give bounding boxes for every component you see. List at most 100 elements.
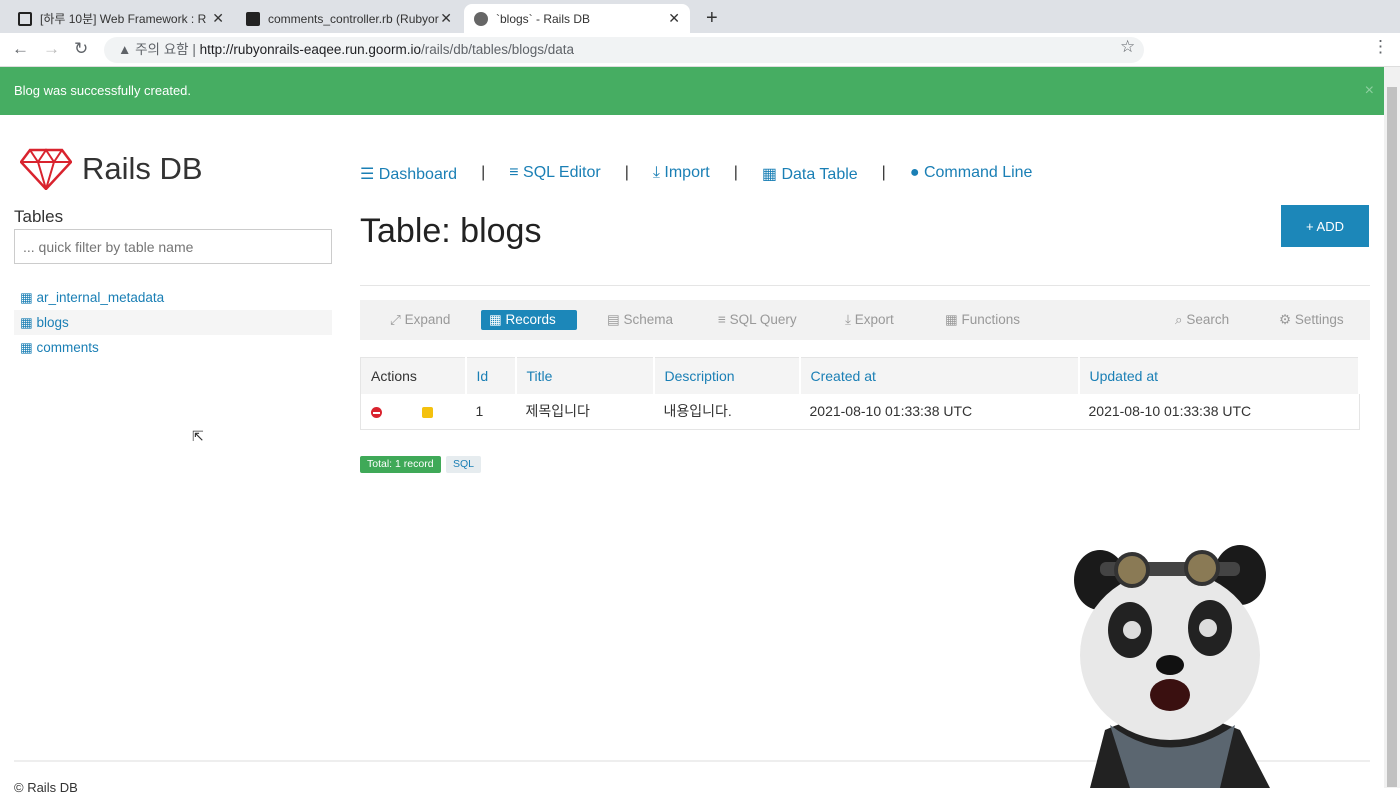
sql-badge[interactable]: SQL xyxy=(446,456,482,473)
tab-title: [하루 10분] Web Framework : R xyxy=(40,12,207,26)
panda-avatar-image xyxy=(1074,545,1270,788)
nav-data-table[interactable]: ▦ Data Table xyxy=(762,164,858,184)
table-link-comments[interactable]: ▦ comments xyxy=(14,335,332,360)
table-name: blogs xyxy=(36,315,69,330)
tab-title: `blogs` - Rails DB xyxy=(496,11,591,26)
table-icon: ▦ xyxy=(20,315,33,330)
nav-command-line[interactable]: ● Command Line xyxy=(910,164,1033,184)
nav-label: Command Line xyxy=(923,164,1033,181)
url-input[interactable]: ▲ 주의 요함 | http://rubyonrails-eaqee.run.g… xyxy=(104,37,1144,63)
nav-separator: | xyxy=(481,164,486,181)
browser-tab-bar: [하루 10분] Web Framework : R ✕ comments_con… xyxy=(0,0,1400,33)
search-button[interactable]: ⌕ Search xyxy=(1167,310,1237,330)
nav-sql-editor[interactable]: ≡ SQL Editor xyxy=(509,164,600,184)
schema-tab[interactable]: ▤ Schema xyxy=(599,310,681,330)
column-header[interactable]: Title xyxy=(515,357,655,394)
reload-icon[interactable]: ↻ xyxy=(74,39,88,59)
table-name: comments xyxy=(36,340,99,355)
nav-label: Data Table xyxy=(781,166,858,183)
browser-tab[interactable]: [하루 10분] Web Framework : R ✕ xyxy=(8,4,234,33)
url-path: /rails/db/tables/blogs/data xyxy=(420,42,575,57)
button-label: Schema xyxy=(623,312,674,327)
table-toolbar: ⤢ Expand ▦ Records ▤ Schema ≡ SQL Query … xyxy=(360,300,1370,340)
brand-logo[interactable]: Rails DB xyxy=(20,148,203,190)
table-header-row: Actions Id Title Description Created at … xyxy=(360,357,1360,394)
scrollbar-thumb[interactable] xyxy=(1387,87,1397,787)
nav-dashboard[interactable]: ☰ Dashboard xyxy=(360,164,457,184)
button-label: SQL Query xyxy=(729,312,797,327)
edit-icon[interactable] xyxy=(422,407,433,419)
add-record-button[interactable]: + ADD xyxy=(1281,205,1369,247)
nav-label: Import xyxy=(664,164,710,181)
settings-button[interactable]: ⚙ Settings xyxy=(1271,310,1352,330)
table-row: 1 제목입니다 내용입니다. 2021-08-10 01:33:38 UTC 2… xyxy=(361,394,1360,430)
tab-title: comments_controller.rb (Rubyor xyxy=(268,11,439,26)
star-icon[interactable]: ☆ xyxy=(1120,37,1135,57)
scrollbar[interactable] xyxy=(1384,67,1400,788)
cell-id: 1 xyxy=(475,403,484,420)
expand-button[interactable]: ⤢ Expand xyxy=(382,310,458,330)
button-label: Settings xyxy=(1294,312,1344,327)
nav-separator: | xyxy=(881,164,886,181)
functions-button[interactable]: ▦ Functions xyxy=(937,310,1028,330)
nav-label: SQL Editor xyxy=(523,164,601,181)
nav-separator: | xyxy=(624,164,629,181)
security-label: 주의 요함 xyxy=(135,42,189,57)
table-icon: ▦ xyxy=(761,166,778,183)
sql-query-tab[interactable]: ≡ SQL Query xyxy=(710,310,805,330)
download-icon: ⤓ xyxy=(652,164,660,181)
nav-import[interactable]: ⤓ Import xyxy=(653,164,710,184)
button-label: Search xyxy=(1186,312,1230,327)
cell-updated-at: 2021-08-10 01:33:38 UTC xyxy=(1088,403,1252,420)
database-icon: ≡ xyxy=(509,164,519,181)
back-icon[interactable]: ← xyxy=(12,39,29,59)
alert-message: Blog was successfully created. xyxy=(14,83,192,98)
globe-icon xyxy=(474,11,488,26)
table-link-blogs[interactable]: ▦ blogs xyxy=(14,310,332,335)
new-tab-button[interactable]: + xyxy=(696,4,728,33)
records-table: Actions Id Title Description Created at … xyxy=(360,357,1360,430)
column-header[interactable]: Id xyxy=(465,357,517,394)
list-icon: ☰ xyxy=(360,166,375,183)
page-title: Table: blogs xyxy=(360,212,542,250)
column-header[interactable]: Created at xyxy=(799,357,1080,394)
circle-icon: ● xyxy=(909,164,920,181)
button-label: Records xyxy=(505,312,556,327)
table-list: ▦ ar_internal_metadata ▦ blogs ▦ comment… xyxy=(14,285,332,360)
menu-icon[interactable]: ⋮ xyxy=(1372,37,1389,57)
notion-icon xyxy=(18,11,32,26)
button-label: Functions xyxy=(961,312,1021,327)
close-tab-icon[interactable]: ✕ xyxy=(668,10,680,27)
ruby-gem-icon xyxy=(20,148,72,190)
tables-heading: Tables xyxy=(14,207,64,226)
column-header[interactable]: Description xyxy=(653,357,801,394)
cell-created-at: 2021-08-10 01:33:38 UTC xyxy=(809,403,973,420)
records-tab[interactable]: ▦ Records xyxy=(481,310,577,330)
forward-icon[interactable]: → xyxy=(43,39,60,59)
terminal-icon xyxy=(246,11,260,26)
table-icon: ▦ xyxy=(20,290,33,305)
alert-close-button[interactable]: × xyxy=(1365,67,1374,115)
table-filter-input[interactable] xyxy=(14,229,332,264)
total-records-badge: Total: 1 record xyxy=(360,456,441,473)
export-button[interactable]: ⤓ Export xyxy=(837,310,902,330)
url-host: http://rubyonrails-eaqee.run.goorm.io xyxy=(199,42,421,57)
nav-separator: | xyxy=(733,164,738,181)
close-tab-icon[interactable]: ✕ xyxy=(440,10,452,27)
cell-description: 내용입니다. xyxy=(663,403,732,420)
table-link-ar-internal-metadata[interactable]: ▦ ar_internal_metadata xyxy=(14,285,332,310)
close-tab-icon[interactable]: ✕ xyxy=(212,10,224,27)
delete-icon[interactable] xyxy=(371,407,382,419)
mouse-cursor: ⇱ xyxy=(192,428,204,444)
browser-tab-active[interactable]: `blogs` - Rails DB ✕ xyxy=(464,4,690,33)
cell-title: 제목입니다 xyxy=(525,403,590,420)
column-header[interactable]: Updated at xyxy=(1078,357,1360,394)
column-header: Actions xyxy=(360,357,467,394)
divider xyxy=(360,285,1370,286)
table-icon: ▦ xyxy=(20,340,33,355)
button-label: Expand xyxy=(404,312,451,327)
browser-tab[interactable]: comments_controller.rb (Rubyor ✕ xyxy=(236,4,462,33)
nav-label: Dashboard xyxy=(378,166,458,183)
address-bar-row: ← → ↻ ▲ 주의 요함 | http://rubyonrails-eaqee… xyxy=(0,33,1400,67)
actions-cell xyxy=(361,394,466,430)
